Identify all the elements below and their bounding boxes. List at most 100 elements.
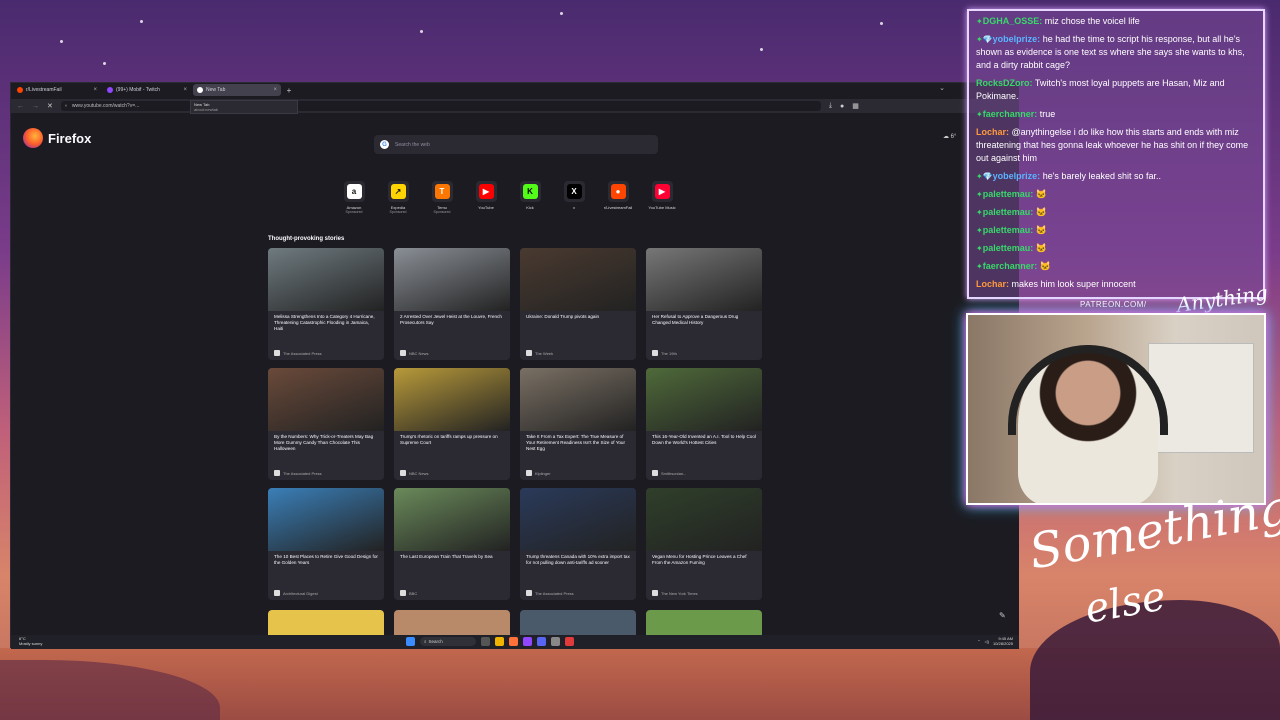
- story-card[interactable]: Trump threatens Canada with 10% extra im…: [520, 488, 636, 600]
- story-card[interactable]: Melissa Strengthens Into a Category 4 Hu…: [268, 248, 384, 360]
- close-tab-icon[interactable]: ×: [273, 87, 277, 93]
- story-source: The New York Times: [652, 590, 698, 596]
- close-tab-icon[interactable]: ×: [93, 87, 97, 93]
- url-text: www.youtube.com/watch?v=...: [71, 103, 140, 109]
- stories-partial-row: [268, 610, 762, 635]
- story-source-label: The New York Times: [661, 590, 698, 596]
- clock[interactable]: 9:45 AM 10/28/2025: [993, 636, 1013, 646]
- search-input[interactable]: G Search the web: [374, 135, 658, 154]
- account-icon[interactable]: ●: [840, 103, 844, 110]
- weather-temp: 6°: [950, 134, 957, 140]
- chat-badge-icon: ✦💎: [976, 35, 993, 44]
- story-card[interactable]: Take It From a Tax Expert: The True Meas…: [520, 368, 636, 480]
- taskbar-weather[interactable]: 6°C Mostly sunny: [19, 636, 42, 646]
- taskbar-search[interactable]: ⌕ Search: [420, 637, 476, 646]
- shortcut-tile[interactable]: ▶ YouTube: [468, 181, 504, 214]
- story-card[interactable]: The Last European Train That Travels by …: [394, 488, 510, 600]
- tab-label: (99+) Mobif - Twitch: [116, 87, 160, 93]
- windows-start-icon[interactable]: [406, 637, 415, 646]
- site-info-icon[interactable]: ◐: [65, 103, 68, 109]
- url-bar[interactable]: ◐ www.youtube.com/watch?v=...: [60, 101, 821, 111]
- discord-taskbar-icon[interactable]: [537, 637, 546, 646]
- shortcut-tile[interactable]: K Kick: [512, 181, 548, 214]
- sponsored-label: Sponsored: [389, 210, 407, 214]
- close-tab-icon[interactable]: ×: [183, 87, 187, 93]
- chat-username[interactable]: faerchanner:: [983, 109, 1038, 119]
- tab-1[interactable]: (99+) Mobif - Twitch ×: [103, 84, 191, 96]
- volume-icon[interactable]: ◁): [985, 639, 989, 644]
- shortcut-icon-frame: T: [431, 181, 453, 202]
- file-explorer-icon[interactable]: [495, 637, 504, 646]
- story-source-label: The Week: [535, 350, 554, 356]
- story-image: [646, 488, 762, 551]
- chat-username[interactable]: yobelprize:: [993, 171, 1041, 181]
- story-image: [268, 248, 384, 311]
- app-taskbar-icon[interactable]: [551, 637, 560, 646]
- story-card[interactable]: By the Numbers: Why Trick-or-Treaters Ma…: [268, 368, 384, 480]
- customize-icon[interactable]: ✎: [999, 611, 1006, 620]
- story-card[interactable]: Vegan Menu for Hosting Prince Leaves a C…: [646, 488, 762, 600]
- url-suggestion[interactable]: New Tab about:newtab: [190, 100, 298, 114]
- list-all-tabs-icon[interactable]: ⌄: [939, 84, 945, 92]
- chat-badge-icon: ✦💎: [976, 172, 993, 181]
- story-card-partial[interactable]: [646, 610, 762, 635]
- chat-username[interactable]: DGHA_OSSE:: [983, 16, 1043, 26]
- story-source: NBC News: [400, 470, 429, 476]
- story-image: [646, 368, 762, 431]
- back-icon[interactable]: ←: [17, 103, 24, 110]
- download-icon[interactable]: ⤓: [829, 102, 832, 110]
- story-card-partial[interactable]: [520, 610, 636, 635]
- publisher-icon: [652, 350, 658, 356]
- chat-username[interactable]: faerchanner:: [983, 261, 1038, 271]
- story-card[interactable]: Ukraine: Donald Trump pivots again The We…: [520, 248, 636, 360]
- new-tab-button[interactable]: +: [283, 86, 295, 95]
- tab-bar: r/LivestreamFail × (99+) Mobif - Twitch × Ne…: [11, 83, 1019, 97]
- story-source-label: The Associated Press: [283, 350, 322, 356]
- reload-icon[interactable]: ✕: [47, 102, 53, 110]
- shortcut-tile[interactable]: Xx: [556, 181, 592, 214]
- weather-widget[interactable]: ☁ 6°: [943, 133, 956, 140]
- forward-icon[interactable]: →: [32, 103, 39, 110]
- story-card[interactable]: 2 Arrested Over Jewel Heist at the Louvr…: [394, 248, 510, 360]
- system-tray: ⌃ ◁) 9:45 AM 10/28/2025: [977, 636, 1013, 646]
- chat-username[interactable]: palettemau:: [983, 189, 1034, 199]
- chat-username[interactable]: palettemau:: [983, 243, 1034, 253]
- shortcut-icon-frame: ●: [607, 181, 629, 202]
- story-card-partial[interactable]: [394, 610, 510, 635]
- tab-0[interactable]: r/LivestreamFail ×: [13, 84, 101, 96]
- shortcut-tile[interactable]: a Amazon Sponsored: [336, 181, 372, 214]
- firefox-taskbar-icon[interactable]: [509, 637, 518, 646]
- windows-taskbar: 6°C Mostly sunny ⌕ Search ⌃ ◁) 9:45 AM 1…: [11, 635, 1019, 649]
- story-card[interactable]: Her Refusal to Approve a Dangerous Drug …: [646, 248, 762, 360]
- shortcut-tile[interactable]: ● r/LivestreamFail: [600, 181, 636, 214]
- tab-2[interactable]: New Tab ×: [193, 84, 281, 96]
- shortcut-tile[interactable]: ▶ YouTube Music: [644, 181, 680, 214]
- story-card[interactable]: This 16-Year-Old Invented an A.I. Tool t…: [646, 368, 762, 480]
- chat-username[interactable]: palettemau:: [983, 225, 1034, 235]
- taskbar-apps: ⌕ Search: [406, 637, 574, 646]
- chat-username[interactable]: yobelprize:: [993, 34, 1041, 44]
- shortcut-tile[interactable]: T Temu Sponsored: [424, 181, 460, 214]
- brand-name: Firefox: [48, 130, 92, 146]
- chat-username[interactable]: Lochar:: [976, 279, 1009, 289]
- shortcut-tile[interactable]: ↗ Expedia Sponsored: [380, 181, 416, 214]
- chat-username[interactable]: Lochar:: [976, 127, 1009, 137]
- shortcut-icon: ↗: [390, 184, 406, 199]
- extensions-icon[interactable]: ▦: [852, 102, 859, 110]
- chat-username[interactable]: RocksDZoro:: [976, 78, 1033, 88]
- shortcut-label: Kick: [526, 205, 534, 210]
- shortcut-label: x: [573, 205, 575, 210]
- task-view-icon[interactable]: [481, 637, 490, 646]
- chat-username[interactable]: palettemau:: [983, 207, 1034, 217]
- publisher-icon: [526, 590, 532, 596]
- story-card[interactable]: Trump's rhetoric on tariffs ramps up pre…: [394, 368, 510, 480]
- publisher-icon: [526, 350, 532, 356]
- taskbar-weather-desc: Mostly sunny: [19, 641, 43, 646]
- story-card[interactable]: The 10 Best Places to Retire Give Good D…: [268, 488, 384, 600]
- story-title: Ukraine: Donald Trump pivots again: [526, 314, 600, 319]
- wifi-icon[interactable]: ⌃: [977, 639, 980, 644]
- story-card-partial[interactable]: [268, 610, 384, 635]
- story-title: By the Numbers: Why Trick-or-Treaters Ma…: [274, 434, 374, 451]
- obs-taskbar-icon[interactable]: [565, 637, 574, 646]
- twitch-taskbar-icon[interactable]: [523, 637, 532, 646]
